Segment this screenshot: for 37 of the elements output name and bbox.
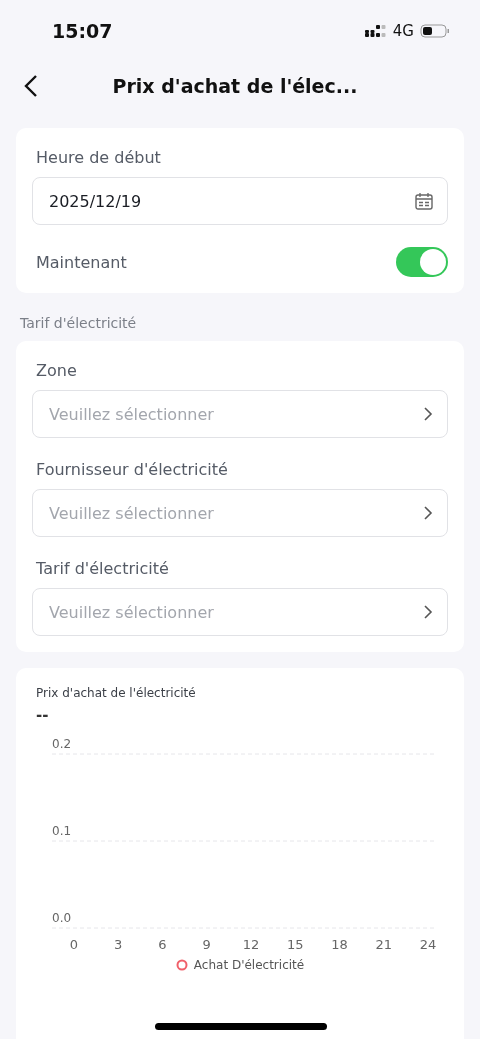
x-axis-label: 15 bbox=[287, 937, 304, 952]
x-axis-label: 12 bbox=[242, 937, 260, 952]
page-title: Prix d'achat de l'élec... bbox=[111, 75, 359, 97]
price-value: -- bbox=[36, 706, 50, 724]
network-type: 4G bbox=[392, 22, 414, 40]
y-axis-label: 0.2 bbox=[52, 737, 72, 751]
legend-marker-icon bbox=[175, 959, 188, 971]
x-axis-label: 0 bbox=[69, 937, 79, 952]
x-axis-label: 24 bbox=[419, 937, 437, 952]
chevron-right-icon bbox=[423, 505, 433, 521]
field-label: Tarif d'électricité bbox=[36, 559, 170, 578]
chart-title: Prix d'achat de l'électricité bbox=[36, 686, 197, 700]
x-axis-label: 21 bbox=[375, 937, 392, 952]
signal-icon bbox=[364, 25, 387, 37]
date-field[interactable]: 2025/12/19 bbox=[32, 177, 448, 225]
y-axis-label: 0.0 bbox=[52, 911, 72, 925]
back-icon[interactable] bbox=[24, 74, 38, 98]
select-field[interactable]: Veuillez sélectionner bbox=[32, 588, 448, 636]
field-label: Fournisseur d'électricité bbox=[36, 460, 229, 479]
now-label: Maintenant bbox=[36, 252, 127, 272]
field-label: Heure de début bbox=[36, 148, 162, 167]
legend-label: Achat D'électricité bbox=[193, 958, 305, 972]
section-title: Tarif d'électricité bbox=[20, 315, 138, 331]
calendar-icon bbox=[415, 192, 433, 210]
status-time: 15:07 bbox=[52, 20, 113, 42]
x-axis-label: 6 bbox=[158, 937, 167, 952]
select-field[interactable]: Veuillez sélectionner bbox=[32, 489, 448, 537]
x-axis-label: 9 bbox=[202, 937, 211, 952]
now-toggle[interactable] bbox=[396, 247, 448, 277]
battery-icon bbox=[420, 24, 450, 38]
x-axis-label: 18 bbox=[331, 937, 348, 952]
select-field[interactable]: Veuillez sélectionner bbox=[32, 390, 448, 438]
y-axis-label: 0.1 bbox=[52, 824, 72, 838]
chevron-right-icon bbox=[423, 604, 433, 620]
field-label: Zone bbox=[36, 361, 78, 380]
x-axis-label: 3 bbox=[114, 937, 123, 952]
chevron-right-icon bbox=[423, 406, 433, 422]
